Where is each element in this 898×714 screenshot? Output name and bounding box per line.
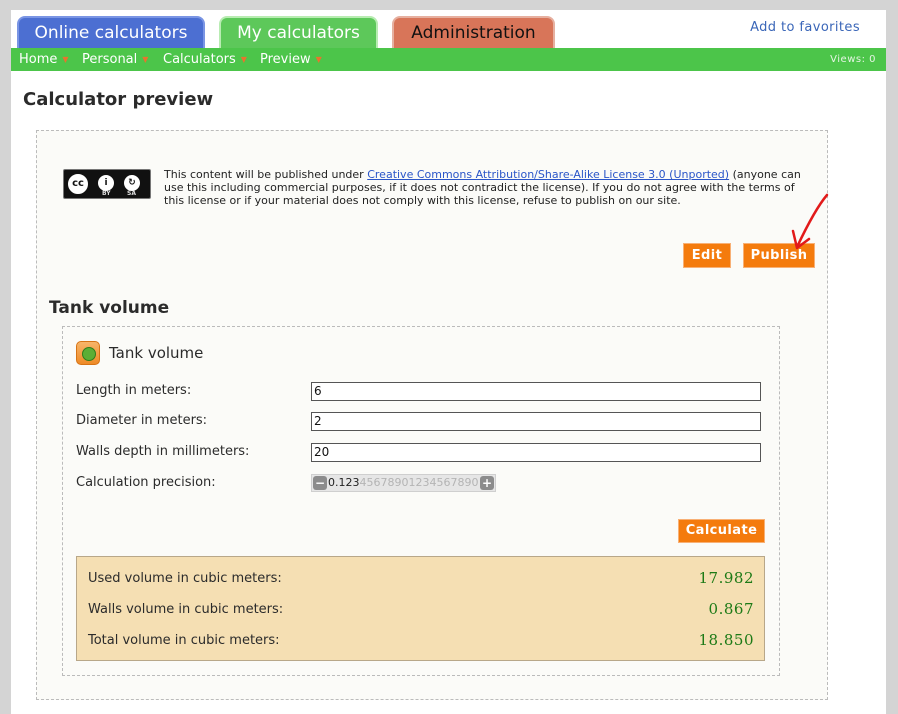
nav-arrow-icon: ▼ xyxy=(315,55,322,64)
tab-administration[interactable]: Administration xyxy=(392,16,555,48)
precision-label: Calculation precision: xyxy=(76,475,216,490)
precision-slider[interactable]: − 0.12345678901234567890 + xyxy=(311,474,496,492)
tab-online-calculators[interactable]: Online calculators xyxy=(17,16,205,48)
license-notice: This content will be published under Cre… xyxy=(164,168,809,207)
results-panel: Used volume in cubic meters: 17.982 Wall… xyxy=(76,556,765,661)
license-link[interactable]: Creative Commons Attribution/Share-Alike… xyxy=(367,168,729,181)
walls-volume-label: Walls volume in cubic meters: xyxy=(88,602,284,617)
plus-icon[interactable]: + xyxy=(480,476,494,490)
nav-arrow-icon: ▼ xyxy=(142,55,149,64)
nav-item-label: Personal xyxy=(82,52,138,67)
edit-button[interactable]: Edit xyxy=(683,243,731,268)
total-volume-value: 18.850 xyxy=(698,631,754,649)
calculator-widget: Tank volume Length in meters: 6 Diameter… xyxy=(62,326,780,676)
used-volume-value: 17.982 xyxy=(698,569,754,587)
nav-bar: Home ▼ Personal ▼ Calculators ▼ Preview ▼ Vi… xyxy=(11,48,886,71)
calculator-icon-dot xyxy=(82,347,96,361)
total-volume-label: Total volume in cubic meters: xyxy=(88,633,280,648)
cc-icon: cc xyxy=(66,172,90,196)
page: Online calculators My calculators Admini… xyxy=(11,10,886,714)
red-arrow-annotation xyxy=(791,193,829,250)
share-alike-icon: ↻ xyxy=(124,175,140,191)
add-to-favorites-link[interactable]: Add to favorites xyxy=(750,20,860,35)
minus-icon[interactable]: − xyxy=(313,476,327,490)
walls-depth-input[interactable]: 20 xyxy=(311,443,761,462)
calculator-heading: Tank volume xyxy=(49,298,170,318)
nav-item-personal[interactable]: Personal ▼ xyxy=(82,48,148,71)
page-title: Calculator preview xyxy=(23,89,214,110)
calculate-button[interactable]: Calculate xyxy=(678,519,765,543)
attribution-icon: i xyxy=(98,175,114,191)
length-input[interactable]: 6 xyxy=(311,382,761,401)
nav-item-home[interactable]: Home ▼ xyxy=(19,48,69,71)
tab-my-calculators[interactable]: My calculators xyxy=(219,16,378,48)
nav-item-calculators[interactable]: Calculators ▼ xyxy=(163,48,247,71)
length-label: Length in meters: xyxy=(76,383,192,398)
preview-panel: cc i BY ↻ SA This content will be publis… xyxy=(36,130,829,700)
calculator-icon xyxy=(76,341,100,365)
nav-item-label: Calculators xyxy=(163,52,236,67)
precision-faded-digits: 45678901234567890 xyxy=(359,476,479,489)
nav-item-label: Preview xyxy=(260,52,311,67)
nav-item-preview[interactable]: Preview ▼ xyxy=(260,48,322,71)
views-counter: Views: 0 xyxy=(830,54,876,65)
license-text-before: This content will be published under xyxy=(164,168,368,181)
nav-arrow-icon: ▼ xyxy=(62,55,69,64)
cc-license-badge[interactable]: cc i BY ↻ SA xyxy=(63,169,151,199)
calculator-title: Tank volume xyxy=(109,344,204,362)
diameter-label: Diameter in meters: xyxy=(76,413,208,428)
walls-volume-value: 0.867 xyxy=(708,600,754,618)
precision-value: 0.12345678901234567890 xyxy=(328,476,478,490)
precision-active-digits: 0.123 xyxy=(328,476,360,489)
nav-item-label: Home xyxy=(19,52,58,67)
walls-depth-label: Walls depth in millimeters: xyxy=(76,444,250,459)
diameter-input[interactable]: 2 xyxy=(311,412,761,431)
used-volume-label: Used volume in cubic meters: xyxy=(88,571,282,586)
by-label: BY xyxy=(102,190,111,197)
nav-arrow-icon: ▼ xyxy=(240,55,247,64)
sa-label: SA xyxy=(127,190,136,197)
